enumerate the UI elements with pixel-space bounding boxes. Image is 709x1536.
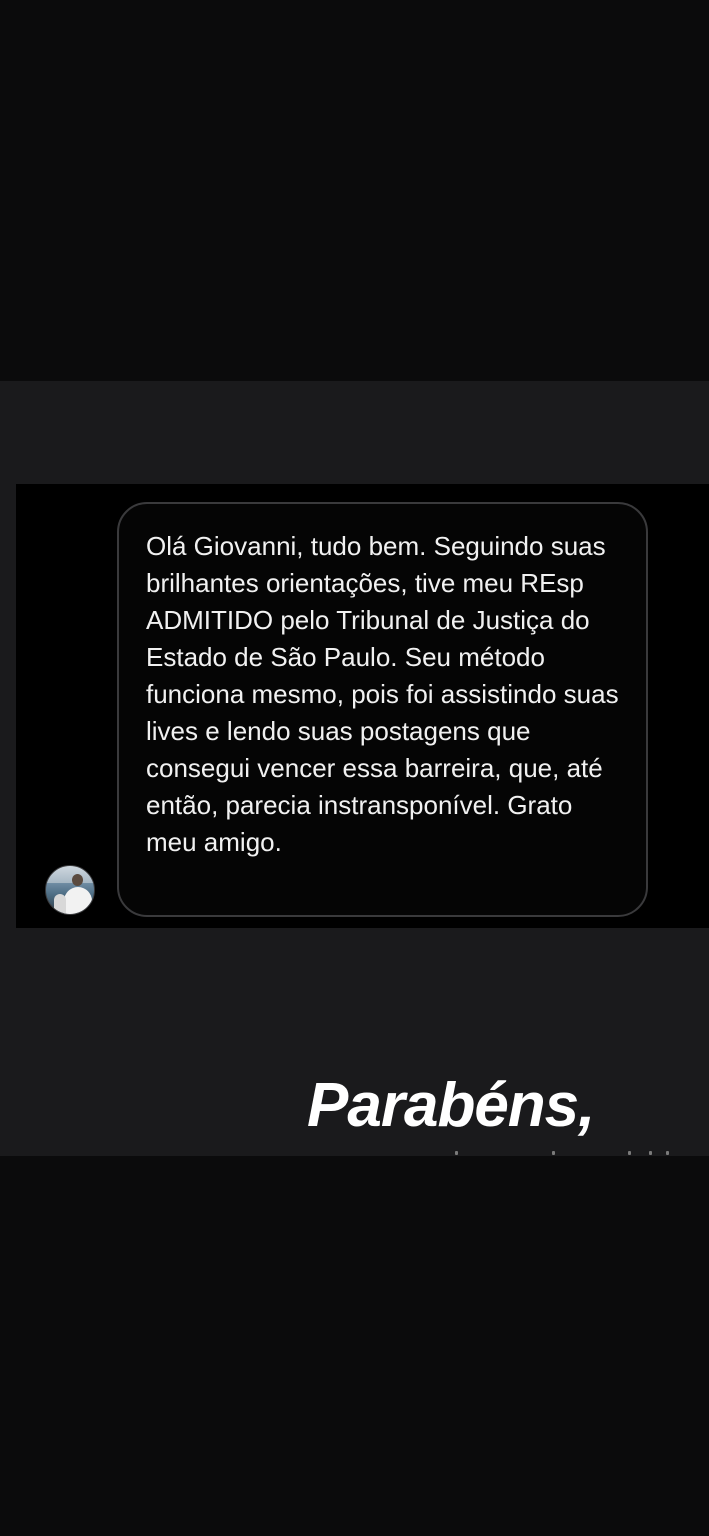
profile-avatar[interactable] <box>45 865 95 915</box>
avatar-child-shape <box>54 894 66 914</box>
story-caption: Parabéns, <box>307 1071 595 1140</box>
message-text: Olá Giovanni, tudo bem. Seguindo suas br… <box>146 531 619 857</box>
avatar-head-shape <box>72 874 83 886</box>
avatar-shirt-shape <box>64 887 92 914</box>
cut-off-caption-marks <box>455 1151 675 1157</box>
story-canvas: Olá Giovanni, tudo bem. Seguindo suas br… <box>0 0 709 1536</box>
message-bubble[interactable]: Olá Giovanni, tudo bem. Seguindo suas br… <box>117 502 648 917</box>
